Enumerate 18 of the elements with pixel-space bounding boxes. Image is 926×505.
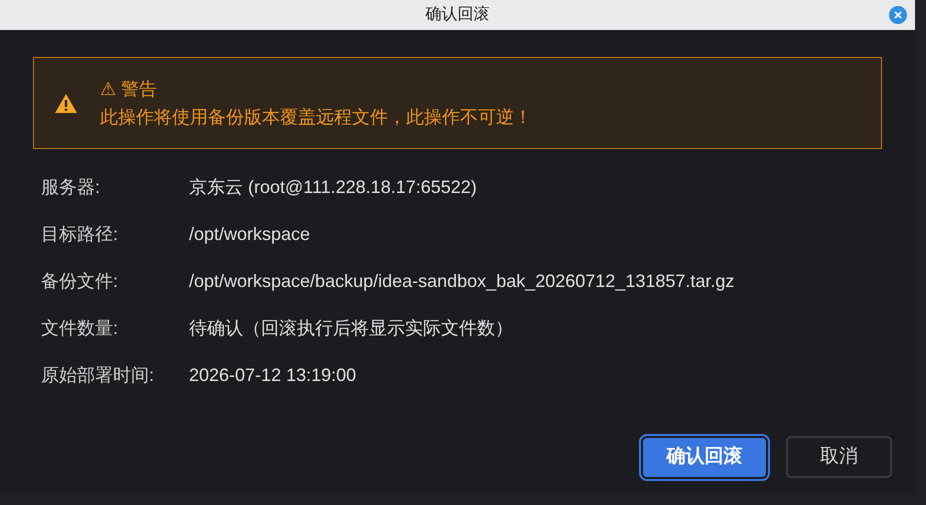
close-icon xyxy=(894,11,902,19)
detail-value: 待确认（回滚执行后将显示实际文件数） xyxy=(189,317,513,340)
detail-label: 备份文件: xyxy=(41,270,120,293)
detail-label: 服务器: xyxy=(41,176,102,199)
window-title: 确认回滚 xyxy=(426,4,490,25)
detail-label: 原始部署时间: xyxy=(41,364,156,387)
warning-message: 此操作将使用备份版本覆盖远程文件，此操作不可逆！ xyxy=(100,106,532,129)
confirm-button[interactable]: 确认回滚 xyxy=(641,436,768,479)
detail-label: 目标路径: xyxy=(41,223,120,246)
close-button[interactable] xyxy=(889,6,907,24)
detail-value: 京东云 (root@111.228.18.17:65522) xyxy=(189,176,477,199)
cancel-button[interactable]: 取消 xyxy=(786,436,892,478)
detail-value: /opt/workspace xyxy=(189,223,310,246)
warning-title: ⚠ 警告 xyxy=(100,78,158,101)
detail-value: /opt/workspace/backup/idea-sandbox_bak_20260712_131857.tar.gz xyxy=(189,270,734,293)
detail-label: 文件数量: xyxy=(41,317,120,340)
detail-value: 2026-07-12 13:19:00 xyxy=(189,364,356,387)
warning-icon xyxy=(54,92,78,114)
